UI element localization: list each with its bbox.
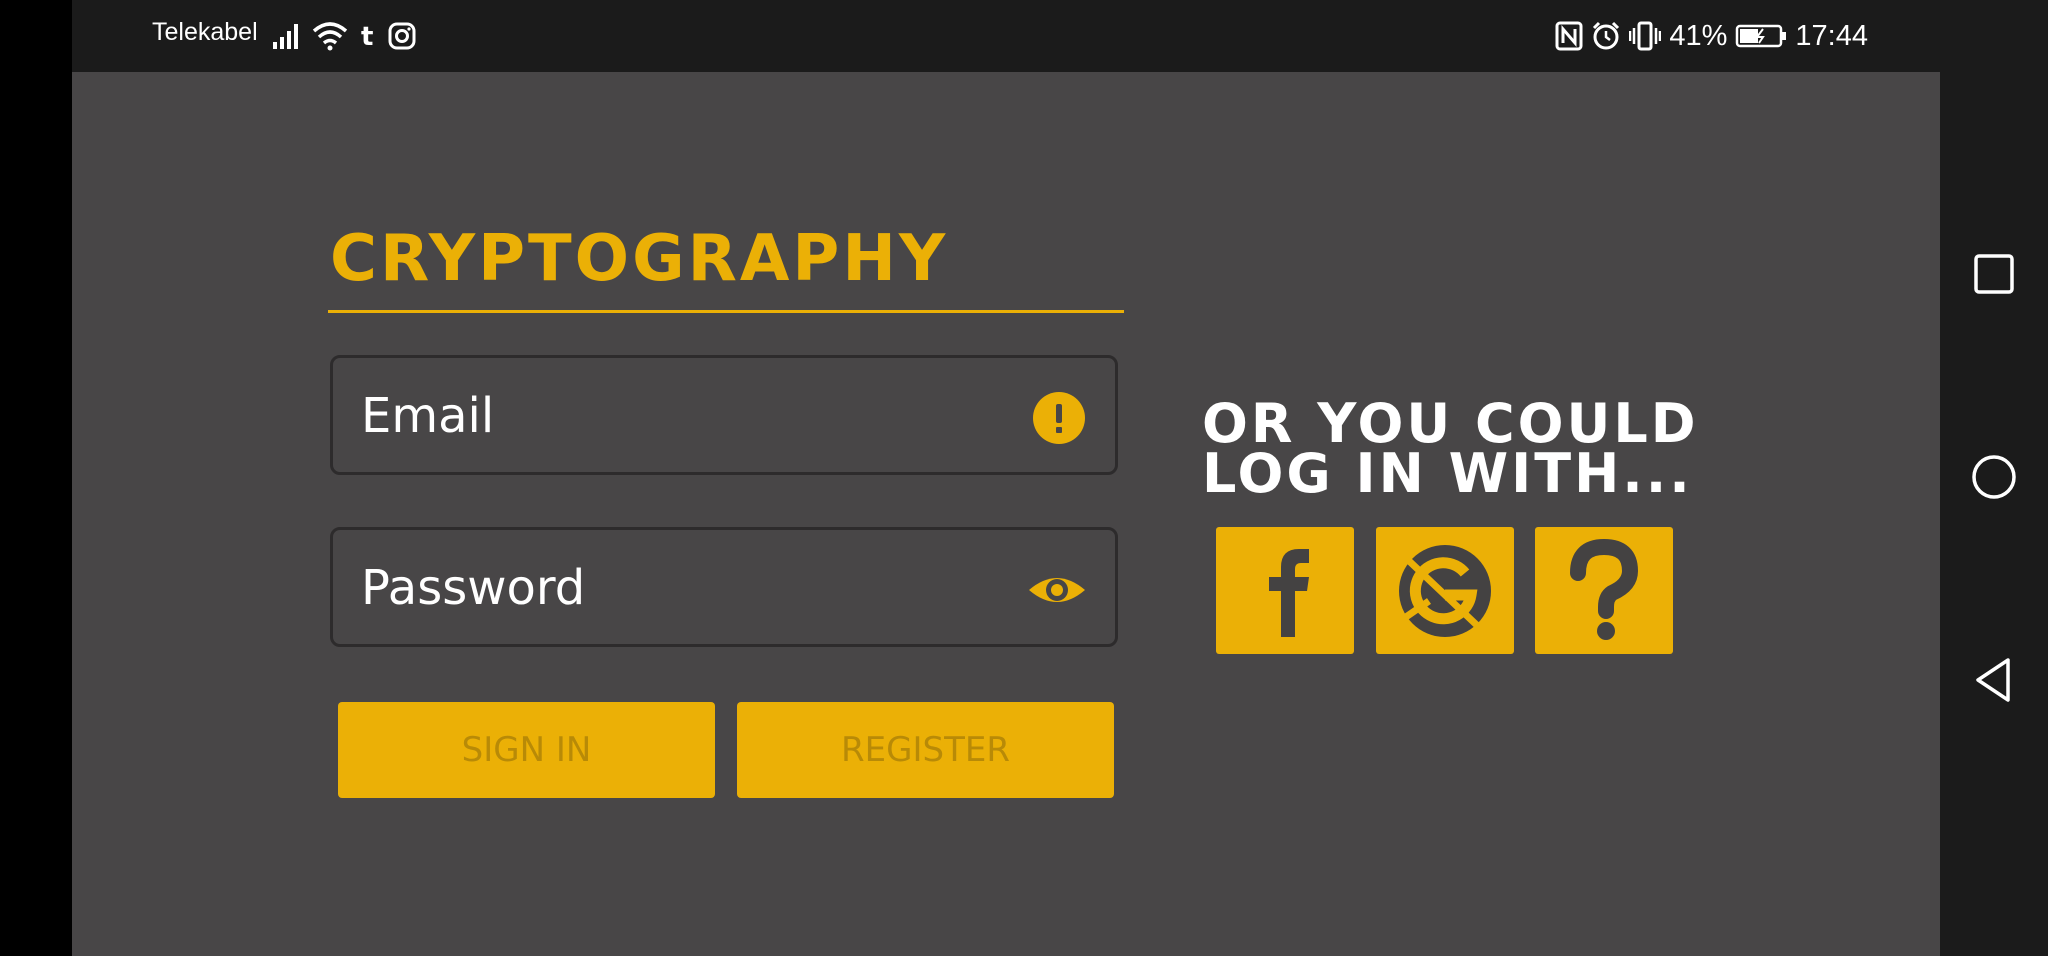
eye-icon[interactable] <box>1027 564 1087 616</box>
left-edge <box>0 0 72 956</box>
battery-percent: 41% <box>1669 19 1728 52</box>
password-field[interactable] <box>330 527 1118 647</box>
facebook-login-button[interactable] <box>1216 527 1354 654</box>
vibrate-icon <box>1629 21 1662 51</box>
prompt-line-2: LOG IN WITH... <box>1202 442 1693 505</box>
question-mark-icon <box>1570 538 1639 640</box>
home-icon[interactable] <box>1970 453 2018 501</box>
login-screen: CRYPTOGRAPHY SIGN IN REGISTER OR YOU COU… <box>72 72 1940 956</box>
alarm-icon <box>1593 21 1620 50</box>
nfc-icon <box>1555 21 1583 51</box>
instagram-icon <box>388 22 416 50</box>
clock: 17:44 <box>1795 19 1868 52</box>
carrier-label: Telekabel <box>152 18 258 46</box>
unknown-provider-login-button[interactable] <box>1535 527 1673 654</box>
wifi-icon <box>312 22 348 51</box>
google-login-button[interactable] <box>1376 527 1514 654</box>
password-input[interactable] <box>359 550 1003 626</box>
title-underline <box>328 310 1124 313</box>
status-icons-left: t <box>272 14 416 58</box>
svg-text:t: t <box>361 22 373 51</box>
status-icons-right: 41% 17:44 <box>1555 14 1868 58</box>
navigation-bar <box>1940 0 2048 956</box>
email-field[interactable] <box>330 355 1118 475</box>
register-button[interactable]: REGISTER <box>737 702 1114 798</box>
back-icon[interactable] <box>1970 656 2018 704</box>
tumblr-icon: t <box>361 22 373 51</box>
app-title: CRYPTOGRAPHY <box>330 222 949 296</box>
battery-icon <box>1736 24 1787 48</box>
status-bar: Telekabel t 41% 17:44 <box>72 0 1940 72</box>
facebook-icon <box>1269 548 1309 637</box>
google-icon <box>1399 544 1491 637</box>
signal-icon <box>273 24 298 49</box>
social-login-prompt: OR YOU COULD LOG IN WITH... <box>1202 397 1699 505</box>
recents-icon[interactable] <box>1970 250 2018 298</box>
email-input[interactable] <box>359 378 1003 454</box>
alert-icon <box>1033 392 1085 444</box>
sign-in-button[interactable]: SIGN IN <box>338 702 715 798</box>
